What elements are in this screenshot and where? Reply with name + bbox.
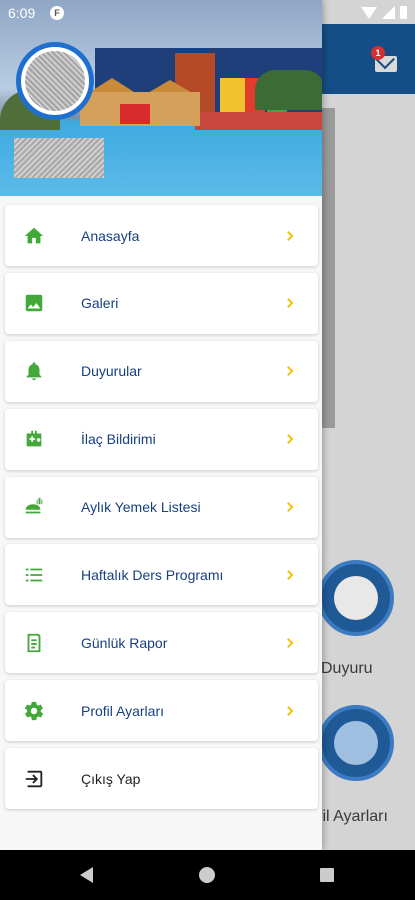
profile-gear-icon [334,721,378,765]
status-icons [361,6,407,19]
menu-item-label: Haftalık Ders Programı [81,566,224,583]
list-icon [25,568,43,582]
navigation-drawer: Anasayfa Galeri Duyurular İlaç Bildirimi… [0,0,322,850]
menu-item-meal-list[interactable]: Aylık Yemek Listesi [5,476,318,538]
profile-settings-tile-label: fil Ayarları [318,808,388,825]
menu-item-logout[interactable]: Çıkış Yap [5,748,318,810]
chevron-right-icon [283,705,294,716]
bell-icon [26,362,42,381]
mail-button[interactable]: 1 [371,46,401,76]
status-bar: 6:09 F [0,0,415,28]
chevron-right-icon [283,502,294,513]
home-icon [24,227,44,243]
medical-bag-icon [26,430,42,447]
chevron-right-icon [283,570,294,580]
menu-item-label: Aylık Yemek Listesi [81,499,201,516]
drawer-menu: Anasayfa Galeri Duyurular İlaç Bildirimi… [5,205,318,816]
menu-item-weekly-schedule[interactable]: Haftalık Ders Programı [5,544,318,606]
report-icon [27,633,41,653]
wifi-icon [361,6,377,19]
profile-settings-tile[interactable] [318,705,394,781]
chevron-right-icon [283,230,294,241]
recent-apps-icon[interactable] [320,868,334,882]
menu-item-label: Çıkış Yap [81,770,141,787]
playground-image [80,78,200,138]
chevron-right-icon [283,366,294,377]
menu-item-label: Galeri [81,295,119,312]
food-icon [25,497,43,514]
menu-item-label: Profil Ayarları [81,702,164,719]
menu-item-daily-report[interactable]: Günlük Rapor [5,612,318,674]
school-logo [16,42,94,120]
menu-item-gallery[interactable]: Galeri [5,272,318,334]
app-notification-icon: F [50,6,64,20]
chevron-right-icon [283,298,294,309]
redacted-user-name [14,138,104,178]
system-nav-bar [0,850,415,900]
home-circle-icon[interactable] [199,867,215,883]
menu-item-label: Günlük Rapor [81,634,168,651]
announcement-tile-label: Duyuru [321,660,373,677]
announcement-tile[interactable] [318,560,394,636]
signal-icon [382,6,395,19]
menu-item-home[interactable]: Anasayfa [5,205,318,266]
chevron-right-icon [283,637,294,648]
logout-icon [25,770,43,787]
chevron-right-icon [283,434,294,445]
mail-badge: 1 [371,46,385,60]
menu-item-announcements[interactable]: Duyurular [5,340,318,402]
menu-item-label: İlaç Bildirimi [81,431,156,448]
menu-item-label: Duyurular [81,363,142,380]
drawer-header-image [0,0,322,196]
megaphone-icon [334,576,378,620]
back-icon[interactable] [80,867,93,883]
image-icon [25,295,43,312]
menu-item-medication[interactable]: İlaç Bildirimi [5,408,318,470]
status-time: 6:09 [8,5,36,21]
menu-item-profile-settings[interactable]: Profil Ayarları [5,680,318,742]
battery-icon [400,6,407,19]
gear-icon [24,701,44,720]
menu-item-label: Anasayfa [81,227,140,244]
